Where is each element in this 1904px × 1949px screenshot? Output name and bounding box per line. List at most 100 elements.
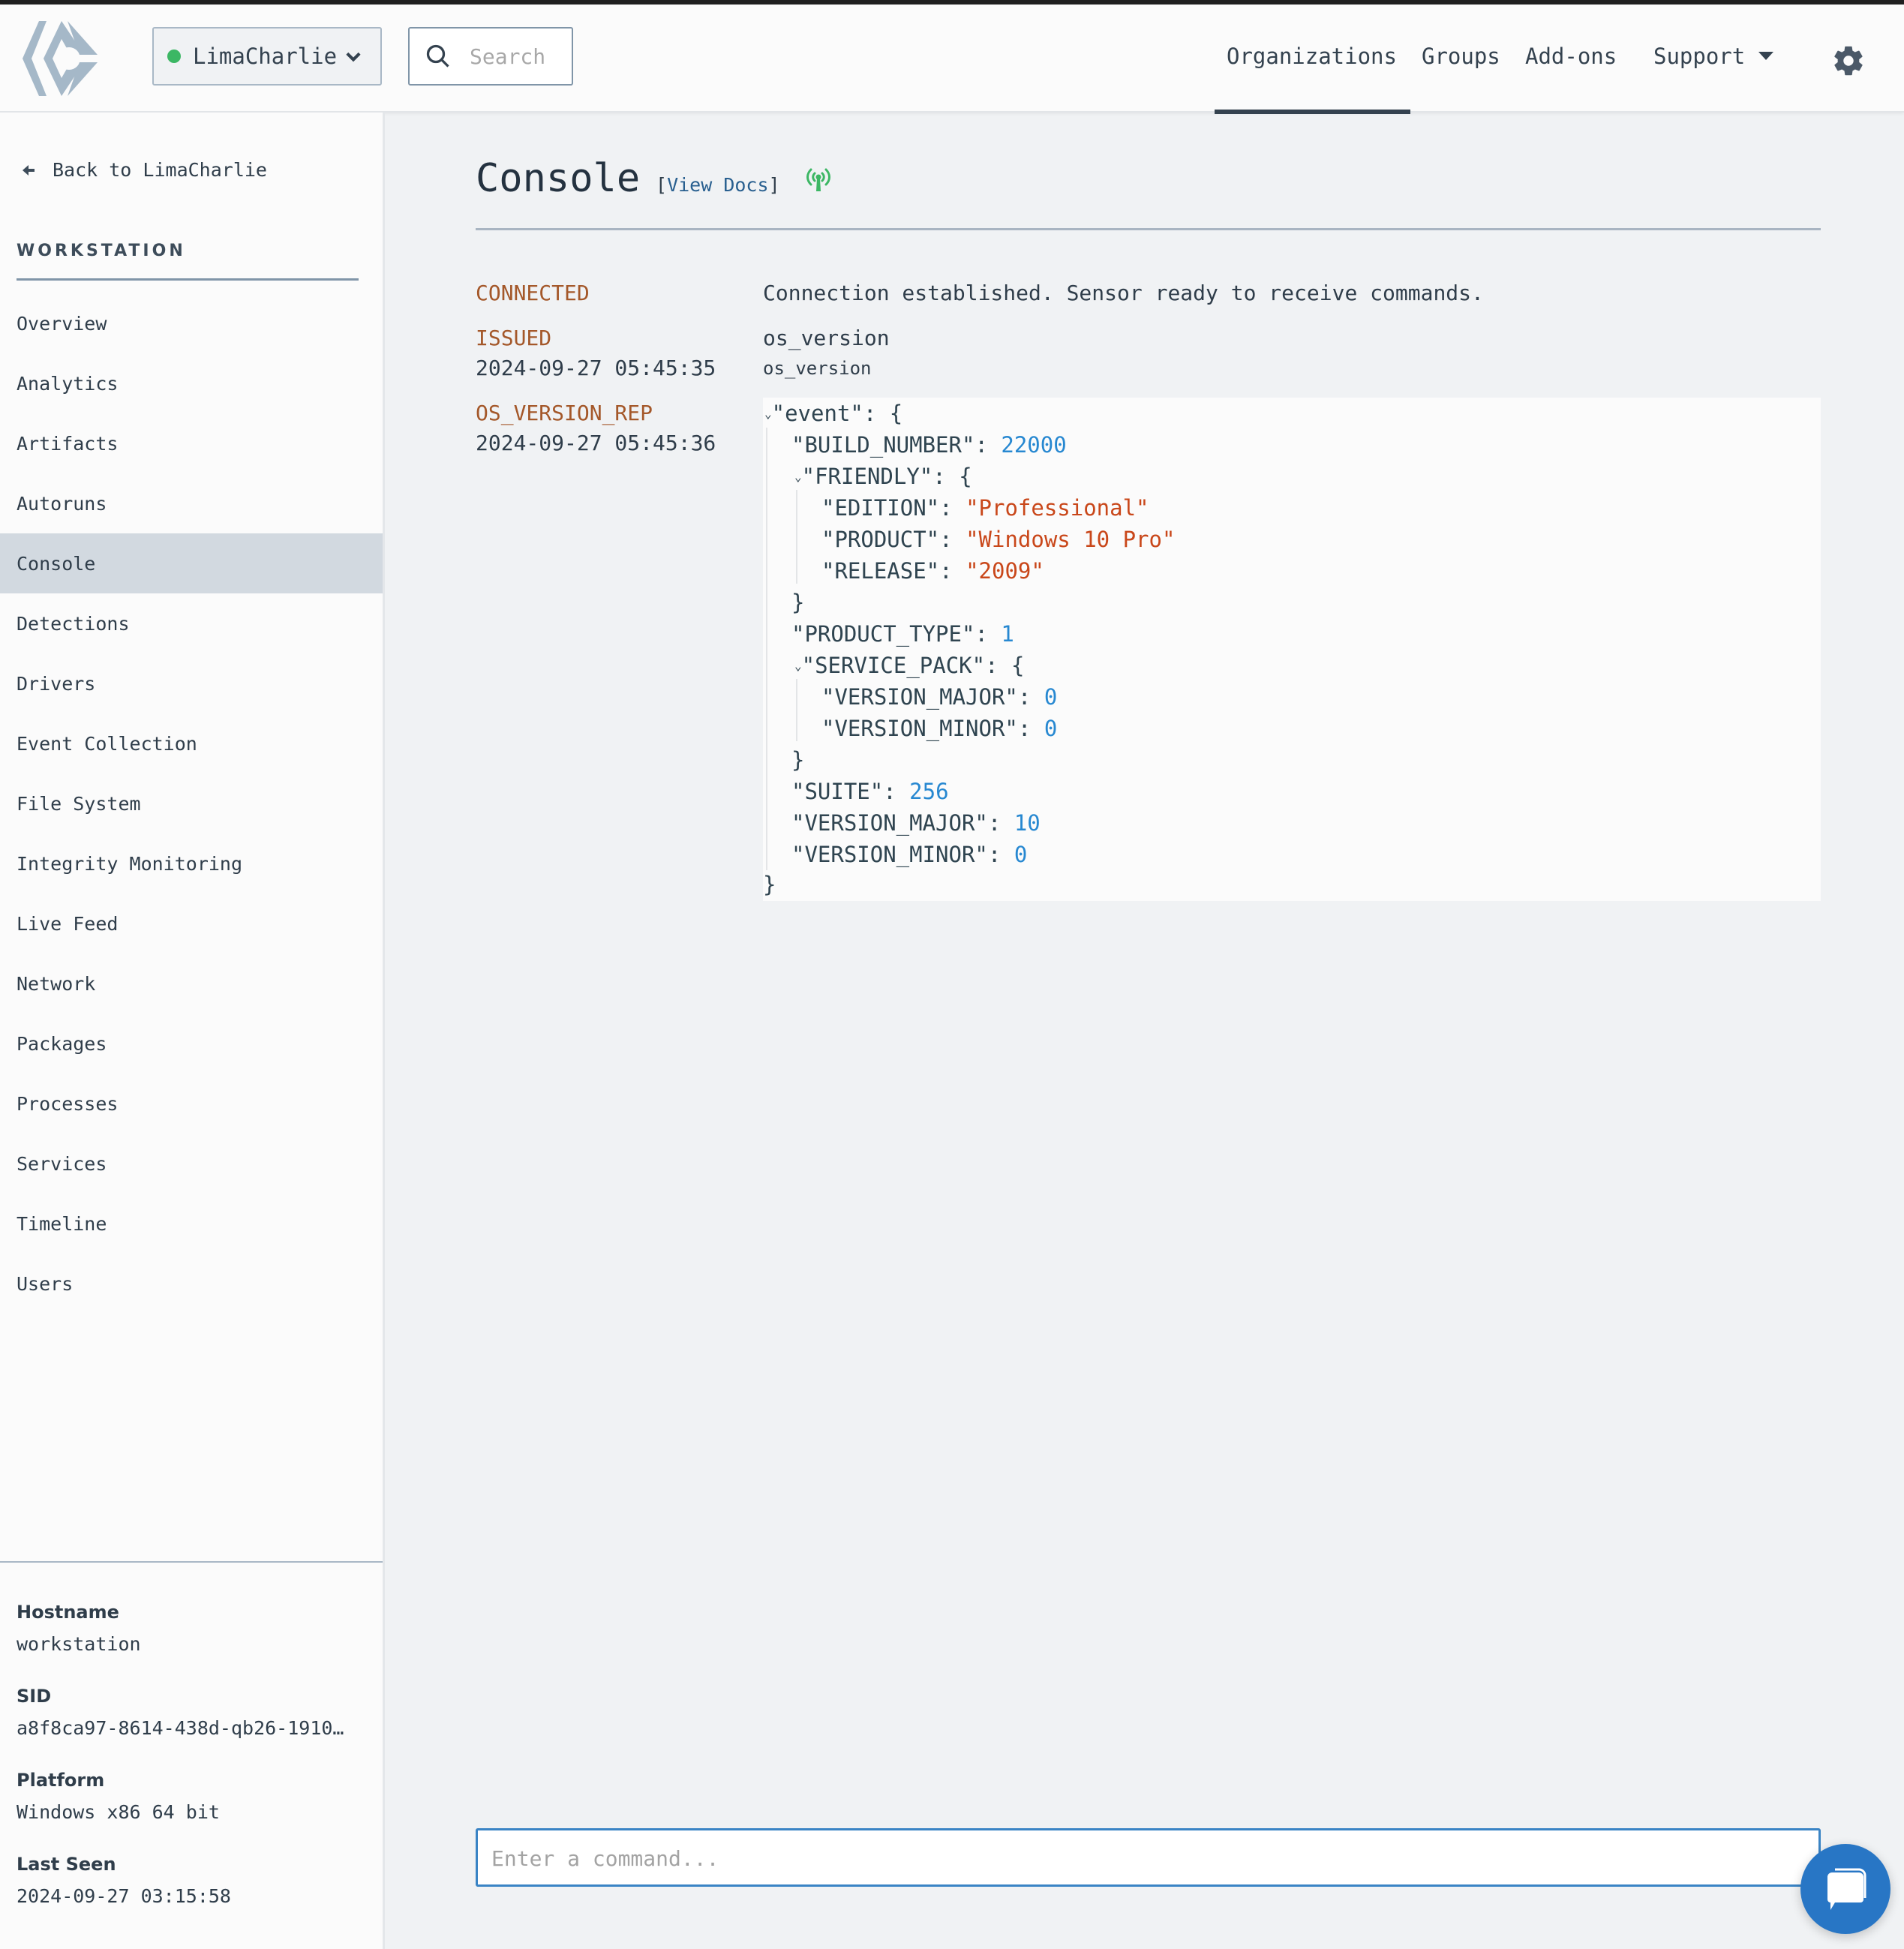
last-seen-label: Last Seen	[17, 1854, 116, 1875]
sidebar-item-integrity-monitoring[interactable]: Integrity Monitoring	[0, 833, 383, 893]
sensor-nav: Overview Analytics Artifacts Autoruns Co…	[0, 293, 383, 1314]
sidebar-item-file-system[interactable]: File System	[0, 773, 383, 833]
org-name: LimaCharlie	[193, 44, 338, 69]
json-line: ⌄"FRIENDLY": {	[794, 461, 972, 492]
hostname-label: Hostname	[17, 1602, 119, 1623]
json-brace: }	[791, 590, 805, 615]
json-brace: {	[889, 401, 903, 426]
org-status-dot	[167, 50, 181, 63]
sidebar-item-packages[interactable]: Packages	[0, 1014, 383, 1074]
json-viewer: ⌄"event": { "BUILD_NUMBER": 22000 ⌄"FRIE…	[763, 398, 1821, 901]
log-connected-message: Connection established. Sensor ready to …	[763, 281, 1484, 305]
json-colon: :	[985, 653, 999, 678]
json-line: "RELEASE": "2009"	[821, 555, 1044, 587]
sidebar-item-services[interactable]: Services	[0, 1134, 383, 1194]
search-box[interactable]	[408, 27, 573, 86]
json-number: 0	[1044, 716, 1058, 741]
sidebar-item-users[interactable]: Users	[0, 1254, 383, 1314]
collapse-toggle-icon[interactable]: ⌄	[794, 470, 802, 484]
search-input[interactable]	[468, 43, 569, 70]
view-docs-link[interactable]: [View Docs]	[656, 174, 780, 196]
sidebar-item-event-collection[interactable]: Event Collection	[0, 713, 383, 773]
limacharlie-logo-icon[interactable]	[23, 21, 116, 96]
json-string: "Windows 10 Pro"	[966, 527, 1176, 552]
sidebar-item-timeline[interactable]: Timeline	[0, 1194, 383, 1254]
json-colon: :	[939, 558, 953, 584]
json-number: 0	[1014, 842, 1028, 867]
json-number: 0	[1044, 684, 1058, 710]
arrow-left-icon	[23, 164, 35, 176]
json-key: "RELEASE"	[821, 558, 940, 584]
sensor-info-platform: Platform Windows x86 64 bit	[17, 1764, 369, 1829]
json-string: "Professional"	[966, 495, 1149, 521]
json-colon: :	[975, 621, 988, 647]
back-link[interactable]: Back to LimaCharlie	[21, 159, 267, 181]
json-line: "PRODUCT": "Windows 10 Pro"	[821, 524, 1175, 555]
nav-groups[interactable]: Groups	[1422, 44, 1500, 69]
nav-add-ons[interactable]: Add-ons	[1525, 44, 1617, 69]
sidebar-item-console[interactable]: Console	[0, 533, 383, 593]
sidebar-item-autoruns[interactable]: Autoruns	[0, 473, 383, 533]
json-colon: :	[932, 464, 946, 489]
json-line: "VERSION_MAJOR": 0	[821, 681, 1057, 713]
sid-label: SID	[17, 1686, 52, 1707]
json-colon: :	[883, 779, 896, 804]
collapse-toggle-icon[interactable]: ⌄	[794, 659, 802, 673]
log-connected-label: CONNECTED	[476, 281, 590, 305]
json-key: "PRODUCT_TYPE"	[791, 621, 975, 647]
json-colon: :	[939, 495, 953, 521]
page-title: Console	[476, 156, 641, 201]
sidebar-item-live-feed[interactable]: Live Feed	[0, 893, 383, 953]
sensor-info-hostname: Hostname workstation	[17, 1596, 369, 1661]
command-input[interactable]	[490, 1830, 1768, 1886]
sidebar-item-detections[interactable]: Detections	[0, 593, 383, 653]
json-line: "BUILD_NUMBER": 22000	[791, 429, 1067, 461]
back-link-label: Back to LimaCharlie	[53, 159, 267, 181]
hostname-value: workstation	[17, 1633, 141, 1655]
sidebar-item-processes[interactable]: Processes	[0, 1074, 383, 1134]
log-issued-timestamp: 2024-09-27 05:45:35	[476, 356, 716, 380]
sidebar: Back to LimaCharlie WORKSTATION Overview…	[0, 113, 385, 1949]
json-key: "SERVICE_PACK"	[801, 653, 986, 678]
json-number: 1	[1001, 621, 1014, 647]
json-brace: }	[791, 747, 805, 773]
sidebar-item-network[interactable]: Network	[0, 953, 383, 1014]
sensor-info-last-seen: Last Seen 2024-09-27 03:15:58	[17, 1848, 369, 1913]
sidebar-item-overview[interactable]: Overview	[0, 293, 383, 353]
json-indent-guide	[766, 428, 767, 870]
json-colon: :	[1017, 684, 1032, 710]
json-line: "VERSION_MAJOR": 10	[791, 807, 1041, 839]
json-key: "VERSION_MAJOR"	[791, 810, 988, 836]
json-key: "FRIENDLY"	[801, 464, 933, 489]
nav-support-label: Support	[1653, 44, 1746, 69]
gear-icon[interactable]	[1831, 44, 1866, 78]
collapse-toggle-icon[interactable]: ⌄	[764, 407, 772, 421]
connected-antenna-icon	[806, 168, 830, 191]
nav-organizations[interactable]: Organizations	[1227, 44, 1397, 69]
sidebar-item-analytics[interactable]: Analytics	[0, 353, 383, 413]
command-input-box[interactable]	[476, 1828, 1821, 1887]
title-divider	[476, 228, 1821, 230]
chevron-down-icon	[346, 52, 361, 62]
json-string: "2009"	[966, 558, 1044, 584]
nav-support[interactable]: Support	[1653, 44, 1774, 69]
json-number: 22000	[1001, 432, 1067, 458]
chat-support-button[interactable]	[1800, 1844, 1890, 1934]
console-panel: Console [View Docs] CONNECTED Connection…	[385, 113, 1904, 1949]
section-divider	[17, 278, 359, 281]
json-indent-guide	[796, 679, 797, 741]
sensor-info-sid: SID a8f8ca97-8614-438d-qb26-1910…	[17, 1680, 369, 1745]
sensor-section-title: WORKSTATION	[17, 242, 186, 260]
sidebar-item-drivers[interactable]: Drivers	[0, 653, 383, 713]
sidebar-item-artifacts[interactable]: Artifacts	[0, 413, 383, 473]
json-line: "SUITE": 256	[791, 776, 949, 807]
json-colon: :	[987, 842, 1002, 867]
json-colon: :	[1017, 716, 1032, 741]
organization-selector[interactable]: LimaCharlie	[152, 27, 382, 86]
log-response-timestamp: 2024-09-27 05:45:36	[476, 431, 716, 455]
platform-value: Windows x86 64 bit	[17, 1801, 220, 1823]
sid-value: a8f8ca97-8614-438d-qb26-1910…	[17, 1717, 344, 1739]
view-docs-label: View Docs	[667, 174, 769, 196]
json-key: "SUITE"	[791, 779, 884, 804]
json-colon: :	[975, 432, 988, 458]
